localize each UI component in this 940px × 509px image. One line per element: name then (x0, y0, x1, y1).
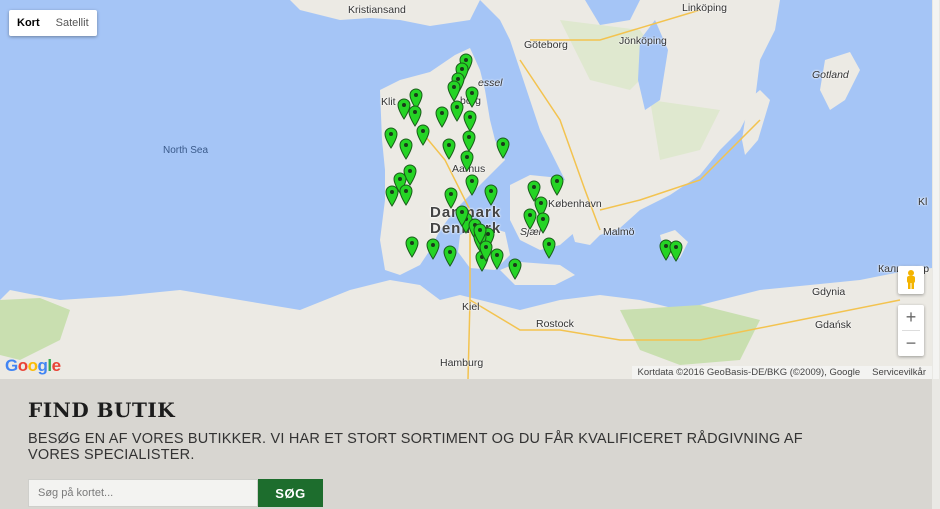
pegman-icon (907, 270, 915, 289)
store-pin[interactable] (455, 205, 469, 227)
map-label-klit: Klit (381, 96, 396, 108)
map-type-control: Kort Satellit (9, 10, 97, 36)
page-subtitle: BESØG EN AF VORES BUTIKKER. VI HAR ET ST… (28, 431, 803, 463)
map-label-skaw: essel (478, 77, 503, 89)
store-pin[interactable] (496, 137, 510, 159)
map-label-gotland: Gotland (812, 69, 849, 81)
store-pin[interactable] (399, 184, 413, 206)
store-pin[interactable] (447, 80, 461, 102)
map-label-gdansk: Gdańsk (815, 319, 852, 331)
zoom-out-button[interactable]: − (898, 331, 924, 356)
store-map[interactable]: Kort Satellit Kristiansand Linköping Göt… (0, 0, 932, 379)
map-label-malmo: Malmö (603, 226, 635, 238)
zoom-in-button[interactable]: + (898, 305, 924, 330)
store-pin[interactable] (536, 212, 550, 234)
map-type-kort-button[interactable]: Kort (9, 10, 48, 36)
store-pin[interactable] (463, 110, 477, 132)
map-label-linkoping: Linköping (682, 2, 727, 14)
store-pin[interactable] (542, 237, 556, 259)
search-button[interactable]: SØG (258, 479, 323, 507)
map-label-hamburg: Hamburg (440, 357, 484, 369)
store-pin[interactable] (479, 240, 493, 262)
map-label-kiel: Kiel (462, 301, 480, 313)
store-pin[interactable] (465, 86, 479, 108)
store-pin[interactable] (416, 124, 430, 146)
store-pin[interactable] (399, 138, 413, 160)
store-pin[interactable] (450, 100, 464, 122)
map-label-jonkoping: Jönköping (619, 35, 667, 47)
google-logo[interactable]: Google (5, 356, 61, 376)
map-label-kl: Kl (918, 196, 928, 208)
map-label-goteborg: Göteborg (524, 39, 568, 51)
store-pin[interactable] (550, 174, 564, 196)
store-pin[interactable] (435, 106, 449, 128)
store-pin[interactable] (669, 240, 683, 262)
store-pin[interactable] (405, 236, 419, 258)
store-pin[interactable] (384, 127, 398, 149)
store-pin[interactable] (442, 138, 456, 160)
attribution-text: Kortdata ©2016 GeoBasis-DE/BKG (©2009), … (637, 367, 861, 378)
scrollbar-thumb[interactable] (933, 0, 939, 379)
map-label-north-sea: North Sea (163, 145, 209, 156)
store-pin[interactable] (462, 130, 476, 152)
page-scrollbar[interactable] (932, 0, 940, 509)
store-pin[interactable] (385, 185, 399, 207)
map-attribution: Kortdata ©2016 GeoBasis-DE/BKG (©2009), … (631, 366, 932, 379)
store-pin[interactable] (484, 184, 498, 206)
page-title: FIND BUTIK (28, 398, 176, 422)
map-search-input[interactable] (28, 479, 258, 507)
map-label-gdynia: Gdynia (812, 286, 846, 298)
street-view-pegman[interactable] (898, 266, 924, 294)
map-label-rostock: Rostock (536, 318, 574, 330)
store-pin[interactable] (443, 245, 457, 267)
map-type-satellit-button[interactable]: Satellit (48, 10, 97, 36)
store-pin[interactable] (460, 150, 474, 172)
store-pin[interactable] (508, 258, 522, 280)
store-pin[interactable] (465, 174, 479, 196)
store-pin[interactable] (426, 238, 440, 260)
terms-link[interactable]: Servicevilkår (872, 367, 926, 378)
zoom-control: + − (898, 305, 924, 356)
map-label-kobenhavn: København (548, 198, 602, 210)
store-pin[interactable] (523, 208, 537, 230)
map-label-kristiansand: Kristiansand (348, 4, 406, 16)
